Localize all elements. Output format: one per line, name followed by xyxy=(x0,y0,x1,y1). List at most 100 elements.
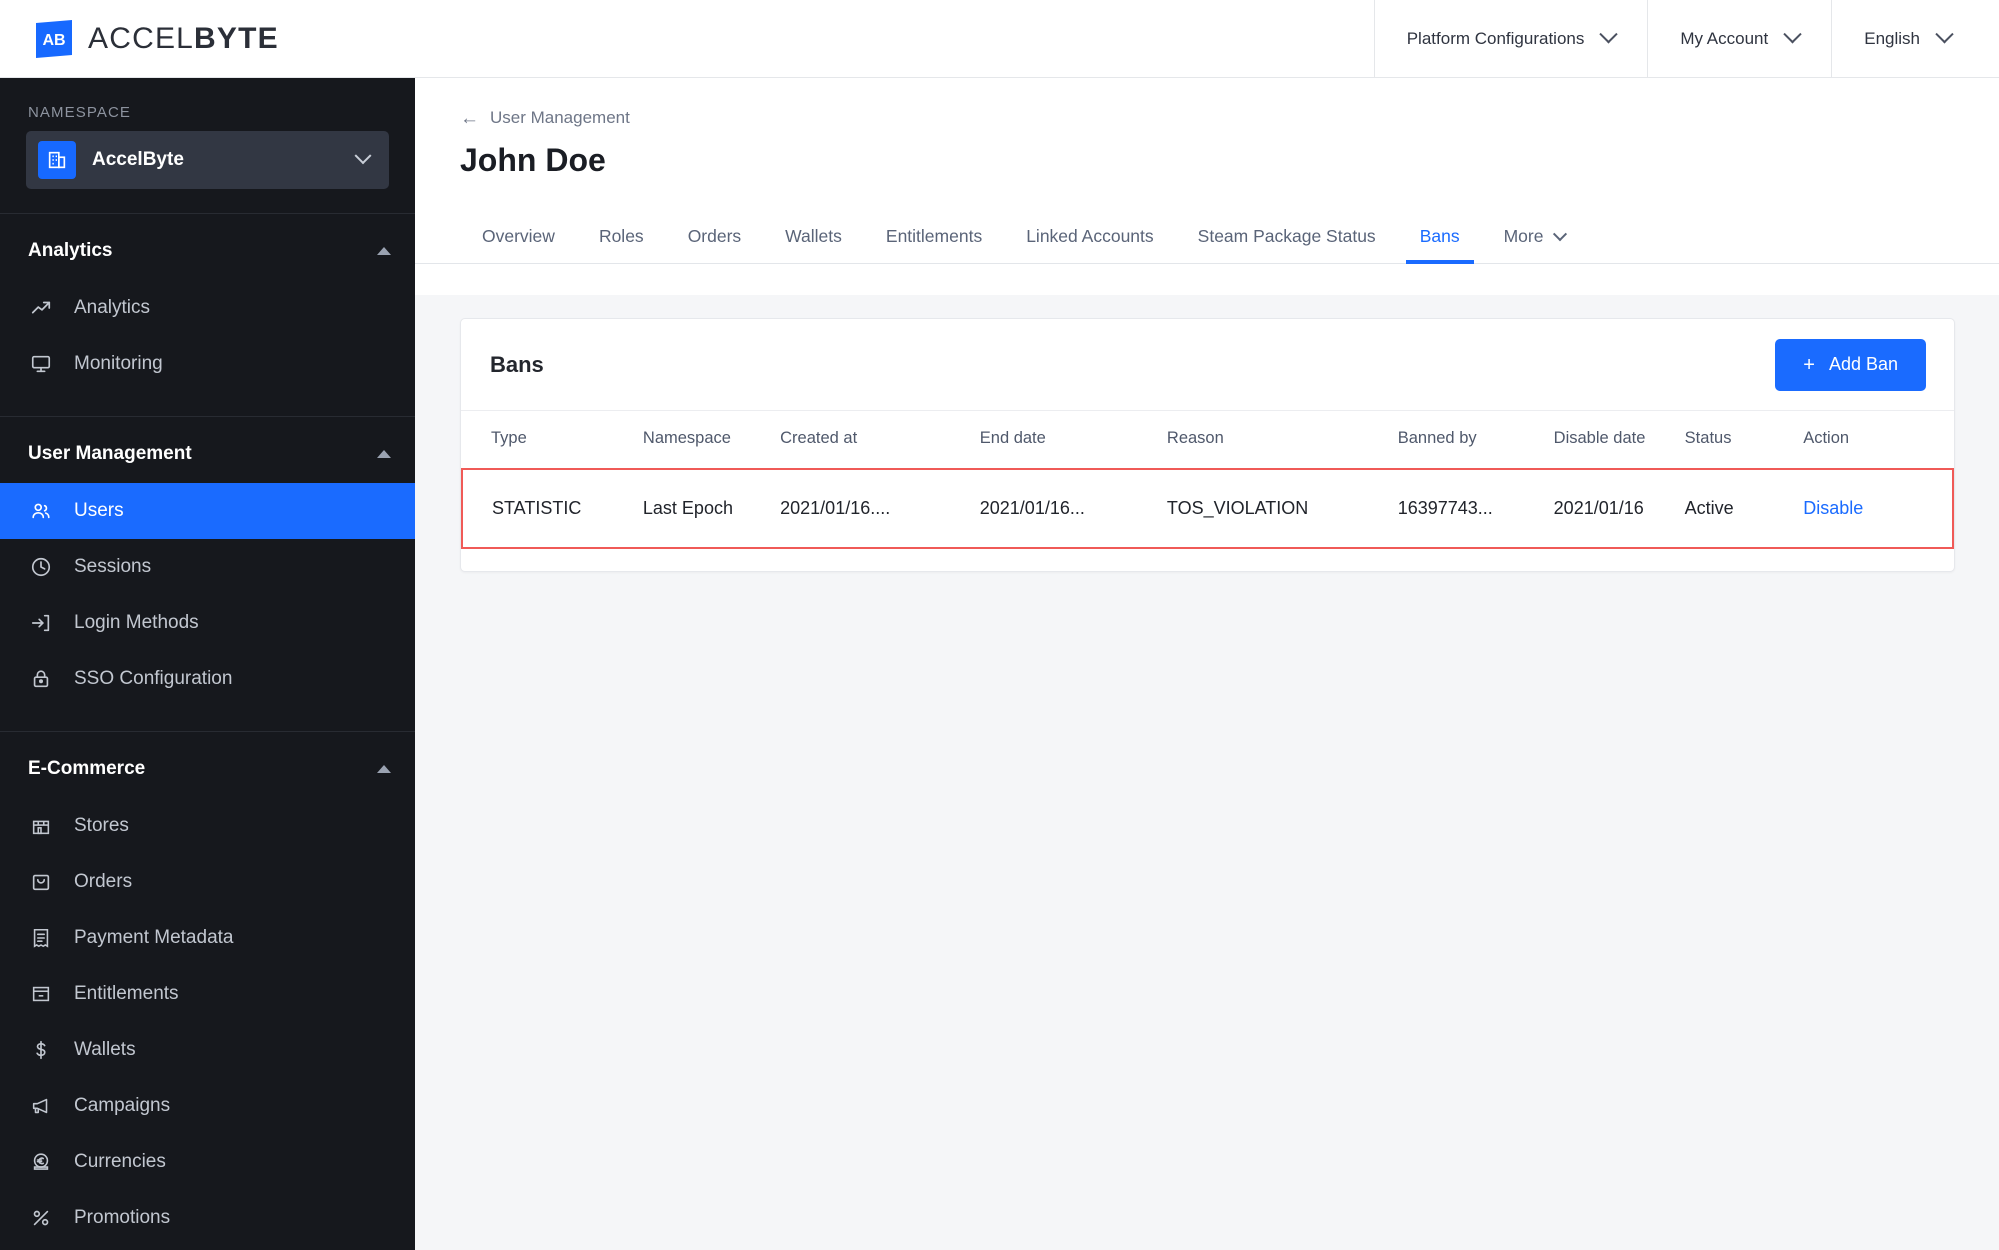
login-arrow-icon xyxy=(28,610,54,636)
column-header-banned-by[interactable]: Banned by xyxy=(1398,411,1554,469)
sidebar-item-label: Sessions xyxy=(74,556,152,577)
cell-disable-date: 2021/01/16 xyxy=(1553,468,1685,549)
sidebar-item-stores[interactable]: Stores xyxy=(0,798,415,854)
sidebar-group-title: E-Commerce xyxy=(28,758,146,779)
cell-end-date: 2021/01/16... xyxy=(979,468,1167,549)
sidebar-item-label: Payment Metadata xyxy=(74,927,234,948)
tab-label: Overview xyxy=(482,226,555,246)
tab-wallets[interactable]: Wallets xyxy=(763,226,864,263)
add-ban-button[interactable]: + Add Ban xyxy=(1775,338,1926,391)
chevron-down-icon xyxy=(354,147,372,165)
sidebar-group-analytics[interactable]: Analytics xyxy=(0,214,415,280)
tab-orders[interactable]: Orders xyxy=(666,226,763,263)
topnav-label: My Account xyxy=(1680,28,1769,48)
tab-roles[interactable]: Roles xyxy=(577,226,666,263)
disable-ban-link[interactable]: Disable xyxy=(1803,498,1863,518)
column-header-namespace[interactable]: Namespace xyxy=(643,411,780,469)
cell-type: STATISTIC xyxy=(461,468,643,549)
main-content: ← User Management John Doe Overview Role… xyxy=(415,78,1999,1250)
sidebar-item-payment-metadata[interactable]: Payment Metadata xyxy=(0,910,415,966)
chevron-down-icon xyxy=(1553,226,1568,241)
arrow-left-icon: ← xyxy=(460,107,479,129)
add-ban-label: Add Ban xyxy=(1828,354,1898,374)
sidebar-item-promotions[interactable]: Promotions xyxy=(0,1190,415,1246)
sidebar-item-label: Currencies xyxy=(74,1151,166,1172)
column-header-type[interactable]: Type xyxy=(462,411,643,469)
column-header-disable-date[interactable]: Disable date xyxy=(1554,411,1685,469)
brand-name-light: ACCEL xyxy=(88,21,195,55)
breadcrumb[interactable]: ← User Management xyxy=(415,78,630,128)
sidebar-item-login-methods[interactable]: Login Methods xyxy=(0,595,415,651)
sidebar-group-user-management[interactable]: User Management xyxy=(0,417,415,483)
plus-icon: + xyxy=(1803,353,1815,376)
tab-label: Roles xyxy=(598,226,644,246)
sidebar-item-label: Users xyxy=(74,500,124,521)
bans-card: Bans + Add Ban Type Namespace Created at… xyxy=(460,318,1955,572)
column-header-end-date[interactable]: End date xyxy=(980,411,1167,469)
namespace-selector[interactable]: AccelByte xyxy=(26,131,389,189)
tab-label: Bans xyxy=(1419,226,1460,246)
column-header-action[interactable]: Action xyxy=(1803,411,1953,469)
euro-coin-icon xyxy=(28,1149,54,1175)
caret-up-icon xyxy=(377,450,391,458)
brand-name-bold: BYTE xyxy=(194,21,279,55)
percent-icon xyxy=(28,1205,54,1231)
svg-text:AB: AB xyxy=(42,32,65,49)
tab-more[interactable]: More xyxy=(1482,226,1588,263)
column-header-status[interactable]: Status xyxy=(1685,411,1804,469)
sidebar-item-monitoring[interactable]: Monitoring xyxy=(0,336,415,392)
bans-card-header: Bans + Add Ban xyxy=(461,319,1954,411)
chevron-down-icon xyxy=(1599,25,1619,44)
sidebar-item-label: Campaigns xyxy=(74,1095,171,1116)
dollar-icon xyxy=(28,1037,54,1063)
bans-table: Type Namespace Created at End date Reaso… xyxy=(461,411,1954,549)
sidebar-item-sso-configuration[interactable]: SSO Configuration xyxy=(0,651,415,707)
brand-name: ACCELBYTE xyxy=(88,22,279,56)
sidebar-item-sessions[interactable]: Sessions xyxy=(0,539,415,595)
sidebar-item-label: Stores xyxy=(74,815,129,836)
receipt-icon xyxy=(28,925,54,951)
accelbyte-logo-icon: AB xyxy=(34,19,74,59)
column-header-reason[interactable]: Reason xyxy=(1167,411,1398,469)
top-nav: Platform Configurations My Account Engli… xyxy=(1373,0,1999,77)
entitlement-box-icon xyxy=(28,981,54,1007)
sidebar-item-orders[interactable]: Orders xyxy=(0,854,415,910)
tab-label: Steam Package Status xyxy=(1197,226,1376,246)
store-icon xyxy=(28,813,54,839)
brand-logo[interactable]: AB ACCELBYTE xyxy=(0,0,415,77)
sidebar-item-campaigns[interactable]: Campaigns xyxy=(0,1078,415,1134)
topnav-platform-configurations[interactable]: Platform Configurations xyxy=(1373,0,1648,77)
tab-bar: Overview Roles Orders Wallets Entitlemen… xyxy=(415,209,1999,264)
sidebar-group-e-commerce[interactable]: E-Commerce xyxy=(0,732,415,798)
sidebar-item-label: Wallets xyxy=(74,1039,136,1060)
building-icon xyxy=(38,141,76,179)
page-title: John Doe xyxy=(460,142,606,178)
sidebar-group-title: User Management xyxy=(28,443,192,464)
sidebar-item-label: Entitlements xyxy=(74,983,179,1004)
chevron-down-icon xyxy=(1935,25,1954,44)
trend-up-icon xyxy=(28,295,54,321)
bans-card-footer xyxy=(461,549,1954,571)
sidebar-item-analytics[interactable]: Analytics xyxy=(0,280,415,336)
tab-overview[interactable]: Overview xyxy=(460,226,577,263)
table-row[interactable]: STATISTIC Last Epoch 2021/01/16.... 2021… xyxy=(461,468,1954,549)
tab-bans[interactable]: Bans xyxy=(1398,226,1482,264)
sidebar-group-title: Analytics xyxy=(28,240,113,261)
tab-steam-package-status[interactable]: Steam Package Status xyxy=(1176,226,1398,263)
tab-entitlements[interactable]: Entitlements xyxy=(864,226,1004,263)
sidebar-item-wallets[interactable]: Wallets xyxy=(0,1022,415,1078)
sidebar-item-currencies[interactable]: Currencies xyxy=(0,1134,415,1190)
cell-created-at: 2021/01/16.... xyxy=(780,468,980,549)
top-bar: AB ACCELBYTE Platform Configurations My … xyxy=(0,0,1999,78)
lock-icon xyxy=(28,666,54,692)
tab-linked-accounts[interactable]: Linked Accounts xyxy=(1004,226,1175,263)
sidebar-item-label: Analytics xyxy=(74,297,151,318)
sidebar-item-entitlements[interactable]: Entitlements xyxy=(0,966,415,1022)
cell-reason: TOS_VIOLATION xyxy=(1166,468,1398,549)
topnav-language[interactable]: English xyxy=(1831,0,1999,77)
sidebar-item-users[interactable]: Users xyxy=(0,483,415,539)
column-header-created-at[interactable]: Created at xyxy=(780,411,980,469)
bans-table-head: Type Namespace Created at End date Reaso… xyxy=(462,411,1953,469)
users-icon xyxy=(28,498,54,524)
topnav-my-account[interactable]: My Account xyxy=(1647,0,1831,77)
